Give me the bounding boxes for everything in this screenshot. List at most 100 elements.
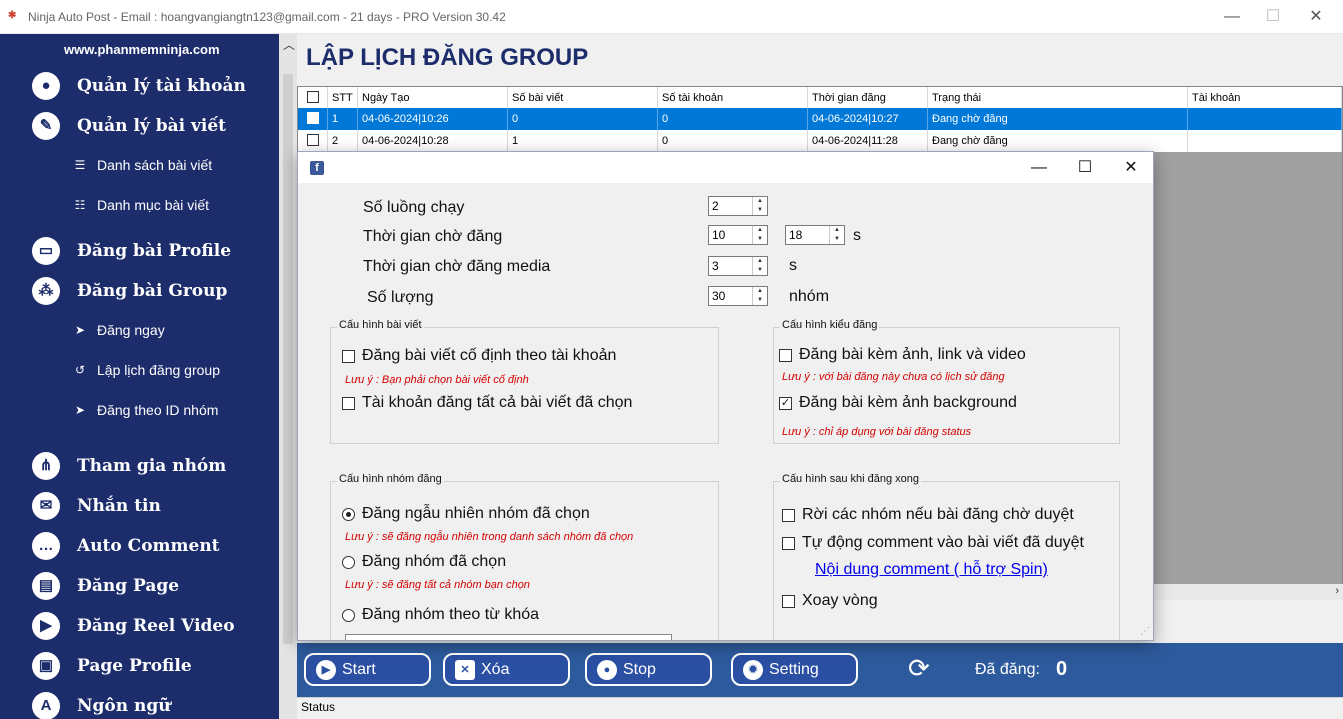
resize-grip-icon[interactable]: ⋰ [1140, 626, 1150, 637]
group-title: Cấu hình bài viết [337, 319, 424, 331]
column-header[interactable]: Tài khoản [1188, 87, 1342, 109]
sidebar-item-post-categories[interactable]: ☷ Danh mục bài viết [72, 197, 209, 213]
checkbox-box[interactable] [782, 508, 795, 522]
wait-min-stepper[interactable]: 10 ▲ ▼ [708, 225, 768, 245]
radio-selected[interactable] [342, 507, 355, 521]
keyword-input[interactable] [345, 634, 672, 640]
spin-arrows-icon[interactable]: ▲ ▼ [752, 197, 767, 215]
maximize-button[interactable]: ☐ [1259, 6, 1287, 28]
sidebar-item-language[interactable]: A Ngôn ngữ [32, 692, 171, 719]
column-header[interactable]: Ngày Tạo [358, 87, 508, 109]
sidebar-item-join-groups[interactable]: ⋔ Tham gia nhóm [32, 452, 226, 480]
checkbox-box[interactable] [342, 349, 355, 363]
checkbox-box[interactable] [782, 594, 795, 608]
fixed-post-per-account-checkbox[interactable]: Đăng bài viết cố định theo tài khoản [342, 347, 616, 365]
group-icon: ⁂ [32, 277, 60, 305]
table-row[interactable]: 1 04-06-2024|10:26 0 0 04-06-2024|10:27 … [298, 108, 1342, 130]
send-icon: ➤ [74, 403, 86, 417]
chevron-right-icon[interactable]: › [1335, 585, 1339, 597]
account-post-all-checkbox[interactable]: Tài khoản đăng tất cả bài viết đã chọn [342, 394, 632, 412]
sidebar-item-messaging[interactable]: ✉ Nhắn tin [32, 492, 161, 520]
sidebar-item-page-profile[interactable]: ▣ Page Profile [32, 652, 192, 680]
quantity-value: 30 [712, 289, 726, 303]
media-wait-unit: s [789, 257, 797, 274]
scrollbar-thumb[interactable] [283, 74, 293, 644]
table-row[interactable]: 2 04-06-2024|10:28 1 0 04-06-2024|11:28 … [298, 130, 1342, 152]
dialog-close-button[interactable]: ✕ [1117, 155, 1145, 181]
chevron-up-icon[interactable]: ︿ [283, 36, 295, 53]
media-wait-stepper[interactable]: 3 ▲ ▼ [708, 256, 768, 276]
delete-button[interactable]: ✕ Xóa [443, 653, 570, 686]
sidebar-item-label: Đăng bài Group [77, 281, 228, 301]
setting-button-label: Setting [769, 660, 819, 678]
select-all-checkbox[interactable] [298, 87, 328, 109]
table-cell: 2 [328, 130, 358, 152]
threads-value: 2 [712, 199, 719, 213]
comment-content-link[interactable]: Nội dung comment ( hỗ trợ Spin) [815, 561, 1048, 579]
threads-stepper[interactable]: 2 ▲ ▼ [708, 196, 768, 216]
stop-icon: ● [597, 659, 617, 680]
wait-unit: s [853, 227, 861, 244]
sidebar-scrollbar[interactable]: ︿ [279, 34, 297, 719]
refresh-icon[interactable]: ⟳ [908, 653, 930, 684]
group-title: Cấu hình kiểu đăng [780, 319, 880, 331]
sidebar-item-post-by-group-id[interactable]: ➤ Đăng theo ID nhóm [72, 402, 218, 418]
sidebar-item-account-management[interactable]: ● Quản lý tài khoản [32, 72, 246, 100]
stop-button-label: Stop [623, 660, 656, 678]
checkbox-checked[interactable]: ✓ [779, 396, 792, 410]
image-link-video-checkbox[interactable]: Đăng bài kèm ảnh, link và video [779, 346, 1026, 364]
sidebar-item-post-page[interactable]: ▤ Đăng Page [32, 572, 179, 600]
leave-pending-groups-checkbox[interactable]: Rời các nhóm nếu bài đăng chờ duyệt [782, 506, 1074, 524]
sidebar-item-label: Đăng theo ID nhóm [97, 402, 219, 418]
quantity-stepper[interactable]: 30 ▲ ▼ [708, 286, 768, 306]
post-config-note: Lưu ý : Bạn phải chọn bài viết cố định [345, 374, 529, 386]
play-icon: ▶ [316, 659, 336, 680]
random-group-radio[interactable]: Đăng ngẫu nhiên nhóm đã chọn [342, 505, 590, 523]
sidebar-item-post-profile[interactable]: ▭ Đăng bài Profile [32, 237, 231, 265]
spin-arrows-icon[interactable]: ▲ ▼ [829, 226, 844, 244]
sidebar-item-post-list[interactable]: ☰ Danh sách bài viết [72, 157, 213, 173]
sidebar-item-schedule-group[interactable]: ↺ Lập lịch đăng group [72, 362, 220, 378]
delete-button-label: Xóa [481, 660, 510, 678]
close-button[interactable]: ✕ [1302, 6, 1330, 28]
column-header[interactable]: Trạng thái [928, 87, 1188, 109]
background-image-checkbox[interactable]: ✓ Đăng bài kèm ảnh background [779, 394, 1017, 412]
checkbox-box[interactable] [779, 348, 792, 362]
spin-arrows-icon[interactable]: ▲ ▼ [752, 257, 767, 275]
column-header[interactable]: Thời gian đăng [808, 87, 928, 109]
row-checkbox[interactable] [298, 130, 328, 152]
radio-button[interactable] [342, 555, 355, 569]
sidebar-item-post-group[interactable]: ⁂ Đăng bài Group [32, 277, 227, 305]
radio-button[interactable] [342, 608, 355, 622]
keyword-group-radio[interactable]: Đăng nhóm theo từ khóa [342, 606, 539, 624]
option-label: Xoay vòng [802, 592, 878, 609]
spin-arrows-icon[interactable]: ▲ ▼ [752, 226, 767, 244]
checkbox-box[interactable] [342, 396, 355, 410]
facebook-icon: f [310, 161, 324, 175]
rotate-checkbox[interactable]: Xoay vòng [782, 592, 878, 610]
sidebar-item-post-management[interactable]: ✎ Quản lý bài viết [32, 112, 226, 140]
stop-button[interactable]: ● Stop [585, 653, 712, 686]
table-cell: Đang chờ đăng [928, 130, 1188, 152]
setting-button[interactable]: ✹ Setting [731, 653, 858, 686]
dialog-minimize-button[interactable]: — [1025, 155, 1053, 181]
wait-max-stepper[interactable]: 18 ▲ ▼ [785, 225, 845, 245]
media-wait-label: Thời gian chờ đăng media [363, 258, 551, 275]
column-header[interactable]: STT [328, 87, 358, 109]
sidebar-item-post-now[interactable]: ➤ Đăng ngay [72, 322, 165, 338]
sidebar-item-auto-comment[interactable]: … Auto Comment [32, 532, 220, 560]
table-cell: Đang chờ đăng [928, 108, 1188, 130]
column-header[interactable]: Số tài khoản [658, 87, 808, 109]
minimize-button[interactable]: — [1218, 6, 1246, 28]
dialog-maximize-button[interactable]: ☐ [1071, 155, 1099, 181]
spin-arrows-icon[interactable]: ▲ ▼ [752, 287, 767, 305]
row-checkbox[interactable] [298, 108, 328, 130]
sidebar-item-label: Danh mục bài viết [97, 197, 210, 213]
column-header[interactable]: Số bài viết [508, 87, 658, 109]
start-button[interactable]: ▶ Start [304, 653, 431, 686]
checkbox-box[interactable] [782, 536, 795, 550]
selected-group-radio[interactable]: Đăng nhóm đã chọn [342, 553, 506, 571]
option-label: Đăng nhóm đã chọn [362, 553, 507, 570]
sidebar-item-post-reel-video[interactable]: ▶ Đăng Reel Video [32, 612, 235, 640]
auto-comment-checkbox[interactable]: Tự động comment vào bài viết đã duyệt [782, 534, 1084, 552]
